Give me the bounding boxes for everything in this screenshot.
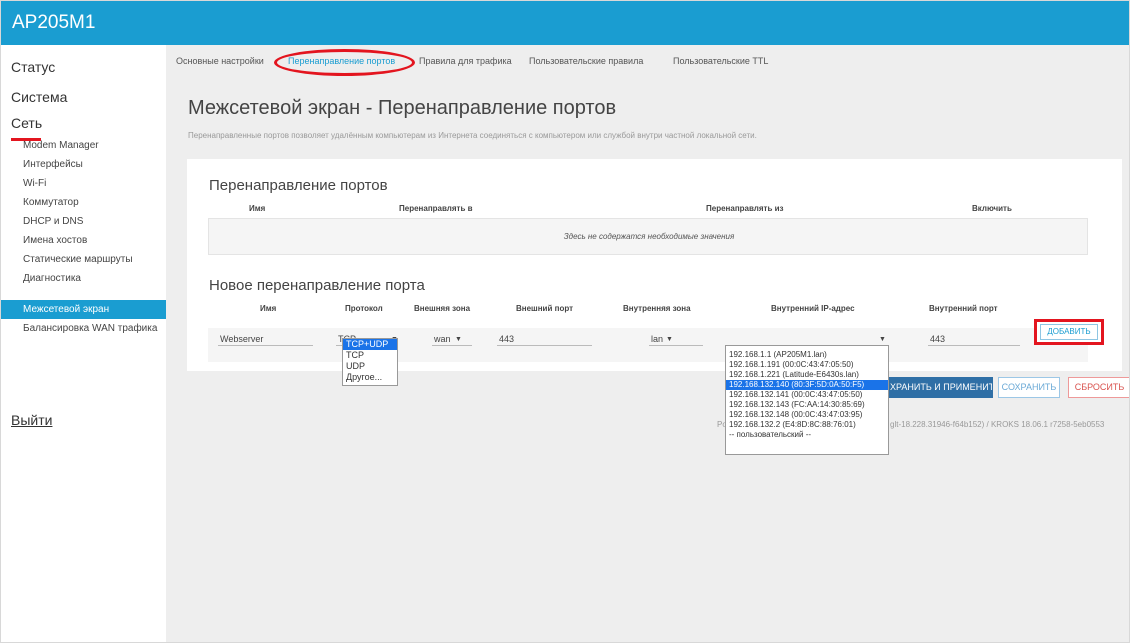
column-header-int-zone: Внутренняя зона <box>623 304 691 313</box>
ip-option[interactable]: 192.168.132.2 (E4:8D:8C:88:76:01) <box>726 420 888 430</box>
save-apply-button[interactable]: ХРАНИТЬ И ПРИМЕНИТЬ <box>889 377 993 398</box>
sidebar-item-wan-balancing[interactable]: Балансировка WAN трафика <box>1 319 166 338</box>
protocol-option[interactable]: TCP+UDP <box>343 339 397 350</box>
ip-option[interactable]: 192.168.132.148 (00:0C:43:47:03:95) <box>726 410 888 420</box>
ext-zone-select[interactable]: wan <box>434 334 451 344</box>
annotation-underline <box>11 138 41 141</box>
sidebar-item-wifi[interactable]: Wi-Fi <box>1 174 166 193</box>
tab-custom-rules[interactable]: Пользовательские правила <box>529 56 643 66</box>
ext-port-underline <box>497 345 592 346</box>
column-header-new-name: Имя <box>260 304 277 313</box>
empty-table: Здесь не содержатся необходимые значения <box>208 218 1088 255</box>
tab-custom-ttl[interactable]: Пользовательские TTL <box>673 56 768 66</box>
add-button[interactable]: ДОБАВИТЬ <box>1040 324 1098 340</box>
sidebar-item-hostnames[interactable]: Имена хостов <box>1 231 166 250</box>
protocol-option[interactable]: UDP <box>343 361 397 372</box>
sidebar-item-dhcp-dns[interactable]: DHCP и DNS <box>1 212 166 231</box>
app-window: AP205M1 Статус Система Сеть Modem Manage… <box>0 0 1130 643</box>
ip-option[interactable]: 192.168.1.221 (Latitude-E6430s.lan) <box>726 370 888 380</box>
add-button-frame: ДОБАВИТЬ <box>1034 319 1104 345</box>
page-title: Межсетевой экран - Перенаправление порто… <box>188 97 617 119</box>
settings-panel: Перенаправление портов Имя Перенаправлят… <box>187 159 1122 371</box>
ext-zone-caret-icon: ▼ <box>455 336 462 343</box>
forwards-section-title: Перенаправление портов <box>209 177 388 194</box>
sidebar-item-interfaces[interactable]: Интерфейсы <box>1 155 166 174</box>
device-title[interactable]: AP205M1 <box>12 12 95 34</box>
int-zone-caret-icon: ▼ <box>666 336 673 343</box>
ext-port-input[interactable]: 443 <box>499 334 514 344</box>
name-input-underline <box>218 345 313 346</box>
column-header-ext-zone: Внешняя зона <box>414 304 471 313</box>
ip-option[interactable]: 192.168.132.140 (80:3F:5D:0A:50:F5) <box>726 380 888 390</box>
tab-bar: Основные настройки Перенаправление порто… <box>166 45 1129 76</box>
protocol-option[interactable]: TCP <box>343 350 397 361</box>
sidebar-item-diagnostics[interactable]: Диагностика <box>1 269 166 288</box>
page-description: Перенаправленные портов позволяет удалён… <box>188 131 757 140</box>
int-port-underline <box>928 345 1020 346</box>
ext-zone-underline <box>432 345 472 346</box>
tab-traffic-rules[interactable]: Правила для трафика <box>419 56 512 66</box>
logout-link[interactable]: Выйти <box>11 412 52 428</box>
ip-option[interactable]: 192.168.1.191 (00:0C:43:47:05:50) <box>726 360 888 370</box>
protocol-option[interactable]: Другое... <box>343 372 397 383</box>
ip-option[interactable]: 192.168.132.141 (00:0C:43:47:05:50) <box>726 390 888 400</box>
sidebar-item-switch[interactable]: Коммутатор <box>1 193 166 212</box>
ip-option[interactable]: 192.168.132.143 (FC:AA:14:30:85:69) <box>726 400 888 410</box>
tab-general[interactable]: Основные настройки <box>176 56 264 66</box>
main-content: Основные настройки Перенаправление порто… <box>166 45 1129 642</box>
sidebar-item-firewall[interactable]: Межсетевой экран <box>1 300 166 319</box>
column-header-int-ip: Внутренний IP-адрес <box>771 304 855 313</box>
ip-option[interactable]: 192.168.1.1 (AP205M1.lan) <box>726 350 888 360</box>
int-zone-select[interactable]: lan <box>651 334 663 344</box>
ip-dropdown: 192.168.1.1 (AP205M1.lan) 192.168.1.191 … <box>725 345 889 455</box>
menu-system[interactable]: Система <box>11 89 67 105</box>
save-button[interactable]: СОХРАНИТЬ <box>998 377 1060 398</box>
protocol-dropdown: TCP+UDP TCP UDP Другое... <box>342 338 398 386</box>
new-forward-section-title: Новое перенаправление порта <box>209 277 425 294</box>
header-bar: AP205M1 <box>1 1 1129 45</box>
column-header-name: Имя <box>249 204 266 213</box>
column-header-protocol: Протокол <box>345 304 383 313</box>
sidebar: Статус Система Сеть Modem Manager Интерф… <box>1 45 166 642</box>
int-zone-underline <box>649 345 703 346</box>
column-header-ext-port: Внешний порт <box>516 304 574 313</box>
empty-table-text: Здесь не содержатся необходимые значения <box>563 232 735 241</box>
column-header-int-port: Внутренний порт <box>929 304 998 313</box>
column-header-forward-from: Перенаправлять из <box>706 204 784 213</box>
footer-right: glt-18.228.31946-f64b152) / KROKS 18.06.… <box>890 420 1105 429</box>
menu-network[interactable]: Сеть <box>11 115 42 131</box>
ip-option[interactable]: -- пользовательский -- <box>726 430 888 440</box>
annotation-circle <box>274 49 415 76</box>
column-header-forward-to: Перенаправлять в <box>399 204 473 213</box>
int-ip-caret-icon: ▼ <box>879 336 886 343</box>
menu-status[interactable]: Статус <box>11 59 55 75</box>
column-header-enable: Включить <box>972 204 1012 213</box>
int-port-input[interactable]: 443 <box>930 334 945 344</box>
reset-button[interactable]: СБРОСИТЬ <box>1068 377 1129 398</box>
name-input[interactable]: Webserver <box>220 334 263 344</box>
sidebar-item-static-routes[interactable]: Статические маршруты <box>1 250 166 269</box>
